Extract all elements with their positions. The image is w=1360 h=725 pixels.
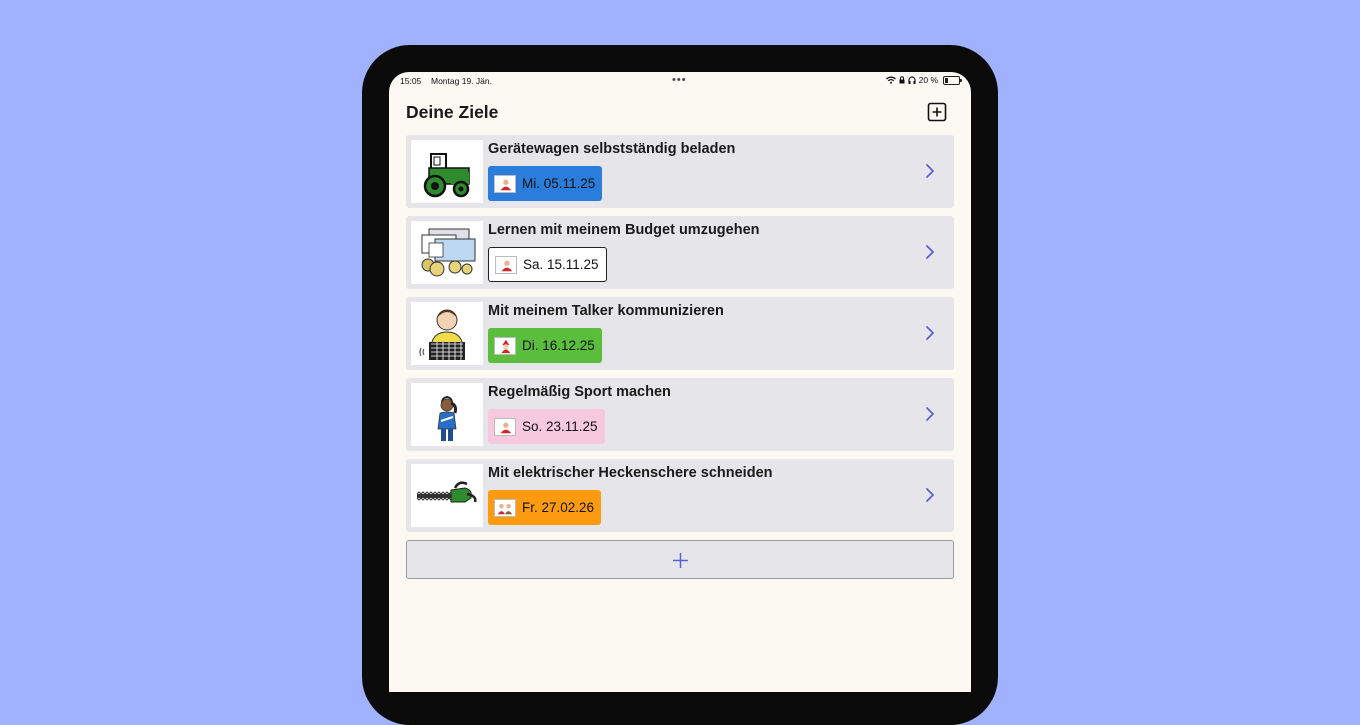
goal-title: Mit elektrischer Heckenschere schneiden bbox=[488, 465, 773, 481]
goal-row[interactable]: Gerätewagen selbstständig beladen Mi. 05… bbox=[406, 135, 954, 208]
goal-picture bbox=[411, 221, 483, 284]
calendar-people-icon bbox=[494, 498, 516, 517]
talker-person-icon bbox=[419, 309, 465, 360]
goal-row[interactable]: Regelmäßig Sport machen So. 23.11.25 bbox=[406, 378, 954, 451]
status-date: Montag 19. Jän. bbox=[431, 76, 492, 86]
add-goal-header-button[interactable] bbox=[927, 102, 947, 122]
goal-title: Gerätewagen selbstständig beladen bbox=[488, 141, 736, 157]
goal-picture bbox=[411, 464, 483, 527]
chevron-right-icon bbox=[926, 245, 934, 259]
add-goal-button[interactable] bbox=[406, 540, 954, 579]
chevron-right-icon bbox=[926, 164, 934, 178]
date-badge[interactable]: Fr. 27.02.26 bbox=[488, 490, 602, 525]
chevron-right-icon bbox=[926, 488, 934, 502]
money-icon bbox=[421, 228, 476, 277]
calendar-person-icon bbox=[494, 174, 516, 193]
plus-icon bbox=[673, 553, 688, 568]
status-time: 15:05 bbox=[400, 76, 422, 86]
sport-person-icon bbox=[437, 396, 457, 441]
date-label: Di. 16.12.25 bbox=[522, 338, 595, 353]
goal-title: Mit meinem Talker kommunizieren bbox=[488, 303, 724, 319]
chevron-right-icon bbox=[926, 407, 934, 421]
battery-icon bbox=[943, 75, 962, 85]
battery-percent: 20 % bbox=[918, 75, 938, 85]
chevron-right-icon bbox=[926, 326, 934, 340]
date-badge[interactable]: So. 23.11.25 bbox=[488, 409, 605, 444]
date-badge[interactable]: Di. 16.12.25 bbox=[488, 328, 602, 363]
calendar-person-icon bbox=[495, 255, 517, 274]
goal-title: Regelmäßig Sport machen bbox=[488, 384, 671, 400]
app-screen: 15:05 Montag 19. Jän. ••• 20 % Deine Zie… bbox=[389, 72, 971, 692]
page-title: Deine Ziele bbox=[406, 102, 499, 122]
plus-square-icon bbox=[927, 102, 947, 122]
multitasking-dots[interactable]: ••• bbox=[672, 74, 687, 86]
goal-title: Lernen mit meinem Budget umzugehen bbox=[488, 222, 760, 238]
date-label: Mi. 05.11.25 bbox=[522, 176, 596, 191]
calendar-santa-icon bbox=[494, 336, 516, 355]
date-label: Sa. 15.11.25 bbox=[523, 257, 599, 272]
date-badge[interactable]: Sa. 15.11.25 bbox=[488, 247, 607, 282]
hedge-trimmer-icon bbox=[416, 481, 477, 503]
goal-row[interactable]: Mit meinem Talker kommunizieren Di. 16.1… bbox=[406, 297, 954, 370]
goal-picture bbox=[411, 383, 483, 446]
lock-icon bbox=[899, 76, 905, 84]
headphones-icon bbox=[908, 76, 916, 84]
goal-picture bbox=[411, 302, 483, 365]
status-bar: 15:05 Montag 19. Jän. ••• 20 % bbox=[389, 72, 971, 90]
date-badge[interactable]: Mi. 05.11.25 bbox=[488, 166, 603, 201]
calendar-person-icon bbox=[494, 417, 516, 436]
date-label: Fr. 27.02.26 bbox=[522, 500, 595, 515]
wifi-icon bbox=[885, 76, 896, 84]
date-label: So. 23.11.25 bbox=[522, 419, 598, 434]
status-indicators: 20 % bbox=[885, 75, 962, 85]
goal-row[interactable]: Mit elektrischer Heckenschere schneiden … bbox=[406, 459, 954, 532]
tractor-icon bbox=[423, 153, 470, 198]
goal-row[interactable]: Lernen mit meinem Budget umzugehen Sa. 1… bbox=[406, 216, 954, 289]
goal-picture bbox=[411, 140, 483, 203]
